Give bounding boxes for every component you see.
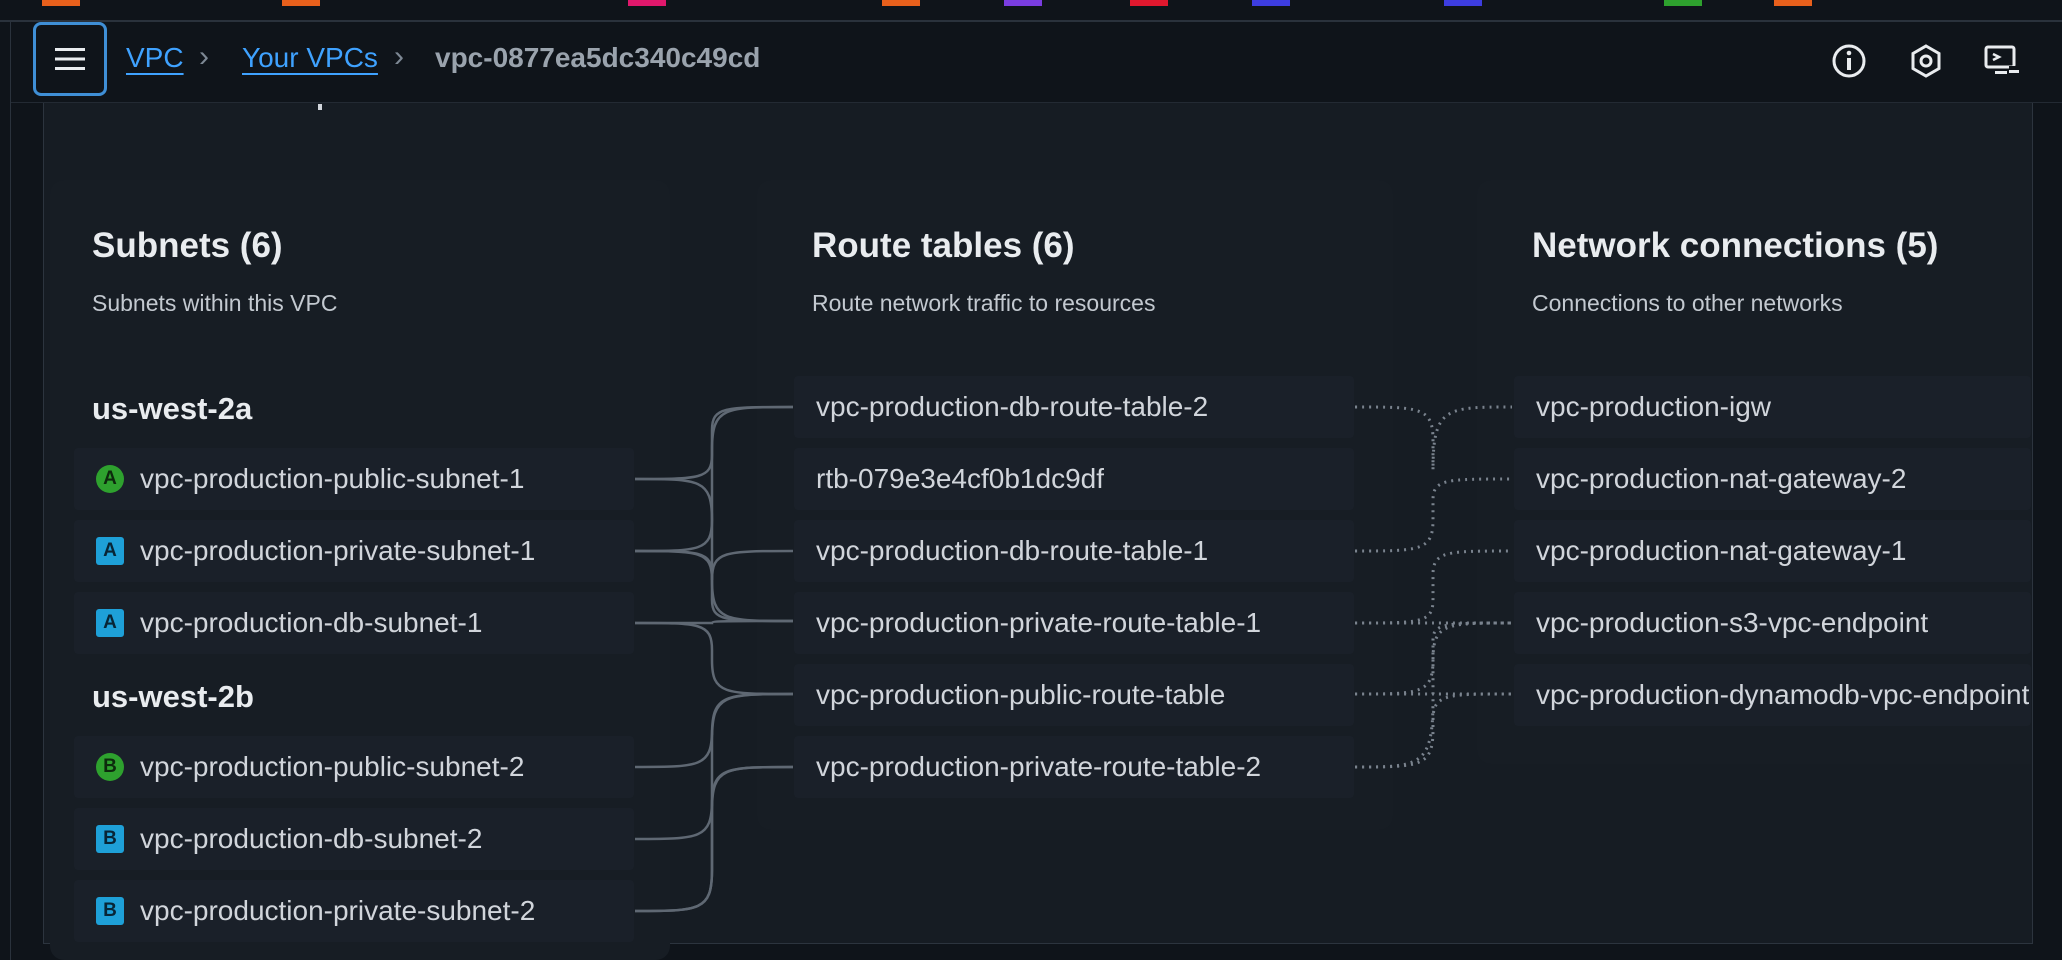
breadcrumb-vpc-link[interactable]: VPC (126, 42, 184, 74)
network-connection-item[interactable]: vpc-production-nat-gateway-2 (1514, 448, 2031, 510)
availability-zone-label: us-west-2a (92, 391, 253, 426)
subnet-item[interactable]: B vpc-production-public-subnet-2 (74, 736, 634, 798)
route-table-item[interactable]: vpc-production-private-route-table-2 (794, 736, 1354, 798)
route-table-name: rtb-079e3e4cf0b1dc9df (816, 463, 1104, 494)
private-subnet-badge: B (96, 897, 124, 925)
route-table-item[interactable]: rtb-079e3e4cf0b1dc9df (794, 448, 1354, 510)
chevron-right-icon: › (199, 40, 209, 73)
route-table-item[interactable]: vpc-production-db-route-table-1 (794, 520, 1354, 582)
hamburger-icon (55, 48, 85, 70)
network-connection-item[interactable]: vpc-production-dynamodb-vpc-endpoint (1514, 664, 2031, 726)
service-chip[interactable] (282, 0, 320, 6)
subnet-name: vpc-production-private-subnet-1 (140, 535, 536, 566)
subnet-item[interactable]: A vpc-production-public-subnet-1 (74, 448, 634, 510)
private-subnet-badge: A (96, 609, 124, 637)
subnet-name: vpc-production-db-subnet-1 (140, 607, 483, 638)
private-subnet-badge: B (96, 825, 124, 853)
left-gutter (10, 20, 11, 960)
breadcrumb-your-vpcs-link[interactable]: Your VPCs (242, 42, 378, 74)
breadcrumb-current: vpc-0877ea5dc340c49cd (435, 42, 761, 73)
route-table-name: vpc-production-db-route-table-1 (816, 535, 1209, 566)
clipped-heading-fragment (318, 104, 322, 110)
top-navigation-bar: VPC › Your VPCs › vpc-0877ea5dc340c49cd (11, 22, 2062, 103)
route-table-item[interactable]: vpc-production-db-route-table-2 (794, 376, 1354, 438)
subnet-name: vpc-production-public-subnet-1 (140, 463, 525, 494)
service-chip[interactable] (1130, 0, 1168, 6)
route-table-name: vpc-production-public-route-table (816, 679, 1226, 710)
network-connection-name: vpc-production-igw (1536, 391, 1771, 422)
service-chip[interactable] (882, 0, 920, 6)
service-chip[interactable] (1664, 0, 1702, 6)
route-table-item[interactable]: vpc-production-private-route-table-1 (794, 592, 1354, 654)
network-connection-item[interactable]: vpc-production-s3-vpc-endpoint (1514, 592, 2031, 654)
network-connection-item[interactable]: vpc-production-igw (1514, 376, 2031, 438)
route-table-name: vpc-production-private-route-table-1 (816, 607, 1262, 638)
info-icon[interactable] (1830, 42, 1868, 80)
network-connection-name: vpc-production-s3-vpc-endpoint (1536, 607, 1929, 638)
route-table-name: vpc-production-db-route-table-2 (816, 391, 1209, 422)
route-tables-subtitle: Route network traffic to resources (812, 290, 1156, 316)
subnet-name: vpc-production-db-subnet-2 (140, 823, 483, 854)
private-subnet-badge: A (96, 537, 124, 565)
route-tables-title: Route tables (6) (812, 226, 1075, 265)
public-subnet-badge: A (96, 465, 124, 493)
route-table-name: vpc-production-private-route-table-2 (816, 751, 1262, 782)
subnets-subtitle: Subnets within this VPC (92, 290, 338, 316)
subnets-title: Subnets (6) (92, 226, 283, 265)
subnet-item[interactable]: A vpc-production-db-subnet-1 (74, 592, 634, 654)
subnet-name: vpc-production-public-subnet-2 (140, 751, 525, 782)
network-connection-name: vpc-production-nat-gateway-2 (1536, 463, 1907, 494)
service-chip[interactable] (1004, 0, 1042, 6)
top-service-strip (0, 0, 2062, 22)
network-connection-item[interactable]: vpc-production-nat-gateway-1 (1514, 520, 2031, 582)
public-subnet-badge: B (96, 753, 124, 781)
service-chip[interactable] (1774, 0, 1812, 6)
subnet-item[interactable]: B vpc-production-db-subnet-2 (74, 808, 634, 870)
display-settings-icon[interactable] (1983, 42, 2021, 80)
subnet-item[interactable]: A vpc-production-private-subnet-1 (74, 520, 634, 582)
menu-button[interactable] (33, 22, 107, 96)
route-table-item[interactable]: vpc-production-public-route-table (794, 664, 1354, 726)
network-connection-name: vpc-production-nat-gateway-1 (1536, 535, 1907, 566)
network-connections-title: Network connections (5) (1532, 226, 1939, 265)
service-chip[interactable] (628, 0, 666, 6)
chevron-right-icon: › (394, 40, 404, 73)
network-connection-name: vpc-production-dynamodb-vpc-endpoint (1536, 679, 2030, 710)
network-connections-subtitle: Connections to other networks (1532, 290, 1843, 316)
service-chip[interactable] (1252, 0, 1290, 6)
subnet-item[interactable]: B vpc-production-private-subnet-2 (74, 880, 634, 942)
subnet-name: vpc-production-private-subnet-2 (140, 895, 536, 926)
service-chip[interactable] (1444, 0, 1482, 6)
availability-zone-label: us-west-2b (92, 679, 254, 714)
notifications-icon[interactable] (1907, 42, 1945, 80)
service-chip[interactable] (42, 0, 80, 6)
